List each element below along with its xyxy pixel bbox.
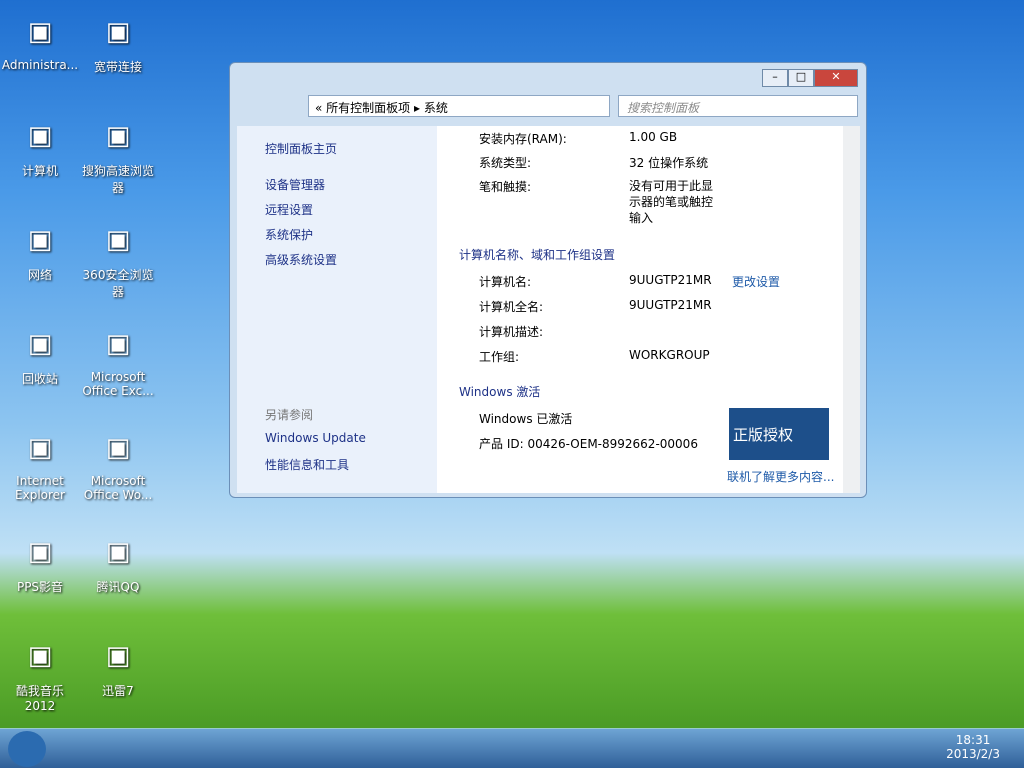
app-icon: ▣ [27, 17, 53, 47]
desktop-icon[interactable]: ▣ Internet Explorer [0, 426, 80, 502]
genuine-badge: 正版授权 [729, 408, 829, 460]
app-icon: ▣ [105, 121, 131, 151]
address-bar[interactable]: « 所有控制面板项 ▸ 系统 [308, 95, 610, 117]
clock[interactable]: 18:31 2013/2/3 [946, 733, 1000, 761]
app-icon: ▣ [27, 537, 53, 567]
fcn-value: 9UUGTP21MR [629, 298, 712, 312]
perf-link[interactable]: 性能信息和工具 [265, 456, 349, 473]
desktop-icon[interactable]: ▣ Microsoft Office Exc... [78, 322, 158, 398]
type-value: 32 位操作系统 [629, 156, 709, 170]
remote-link[interactable]: 远程设置 [265, 201, 313, 218]
desktop-icon[interactable]: ▣ Microsoft Office Wo... [78, 426, 158, 502]
desktop-icon[interactable]: ▣ 360安全浏览器 [78, 218, 158, 300]
desktop-icon[interactable]: ▣ 网络 [0, 218, 80, 283]
wu-link[interactable]: Windows Update [265, 431, 366, 445]
desktop-icon[interactable]: ▣ 计算机 [0, 114, 80, 179]
cn-value: 9UUGTP21MR [629, 273, 712, 287]
see-also-label: 另请参阅 [265, 408, 314, 422]
search-input[interactable]: 搜索控制面板 [618, 95, 858, 117]
learn-more-link[interactable]: 联机了解更多内容... [727, 468, 834, 485]
change-settings-link[interactable]: 更改设置 [732, 273, 780, 290]
maximize-button[interactable]: □ [788, 69, 814, 87]
protection-link[interactable]: 系统保护 [265, 226, 313, 243]
cp-home-link[interactable]: 控制面板主页 [265, 140, 337, 157]
app-icon: ▣ [105, 225, 131, 255]
activation-section: Windows 激活 [459, 385, 541, 399]
app-icon: ▣ [105, 537, 131, 567]
desktop-icon[interactable]: ▣ 腾讯QQ [78, 530, 158, 595]
close-button[interactable]: ✕ [814, 69, 858, 87]
cn-label: 计算机名: [479, 275, 532, 289]
start-button[interactable] [8, 731, 46, 767]
pen-label: 笔和触摸: [479, 180, 532, 194]
ram-label: 安装内存(RAM): [479, 132, 567, 146]
app-icon: ▣ [27, 641, 53, 671]
app-icon: ▣ [105, 433, 131, 463]
product-id: 产品 ID: 00426-OEM-8992662-00006 [479, 437, 698, 451]
app-icon: ▣ [105, 641, 131, 671]
desktop-icon[interactable]: ▣ 搜狗高速浏览器 [78, 114, 158, 196]
minimize-button[interactable]: – [762, 69, 788, 87]
advanced-link[interactable]: 高级系统设置 [265, 251, 337, 268]
desc-label: 计算机描述: [479, 325, 544, 339]
desktop-icon[interactable]: ▣ 回收站 [0, 322, 80, 387]
desktop-icon[interactable]: ▣ 迅雷7 [78, 634, 158, 699]
app-icon: ▣ [27, 329, 53, 359]
app-icon: ▣ [27, 433, 53, 463]
desktop-icon[interactable]: ▣ Administra... [0, 10, 80, 72]
scrollbar[interactable] [843, 126, 860, 493]
app-icon: ▣ [27, 225, 53, 255]
device-manager-link[interactable]: 设备管理器 [265, 176, 325, 193]
wg-label: 工作组: [479, 350, 520, 364]
wg-value: WORKGROUP [629, 348, 710, 362]
name-section: 计算机名称、域和工作组设置 [459, 248, 616, 262]
desktop-icon[interactable]: ▣ 宽带连接 [78, 10, 158, 75]
fcn-label: 计算机全名: [479, 300, 544, 314]
app-icon: ▣ [105, 329, 131, 359]
app-icon: ▣ [27, 121, 53, 151]
desktop-icon[interactable]: ▣ 酷我音乐 2012 [0, 634, 80, 713]
ram-value: 1.00 GB [629, 130, 678, 144]
desktop-icon[interactable]: ▣ PPS影音 [0, 530, 80, 595]
system-window: – □ ✕ « 所有控制面板项 ▸ 系统 搜索控制面板 控制面板主页 设备管理器 远… [229, 62, 867, 498]
activated-text: Windows 已激活 [479, 412, 573, 426]
taskbar: 18:31 2013/2/3 [0, 728, 1024, 768]
type-label: 系统类型: [479, 156, 532, 170]
app-icon: ▣ [105, 17, 131, 47]
pen-value: 没有可用于此显示器的笔或触控输入 [629, 179, 714, 225]
